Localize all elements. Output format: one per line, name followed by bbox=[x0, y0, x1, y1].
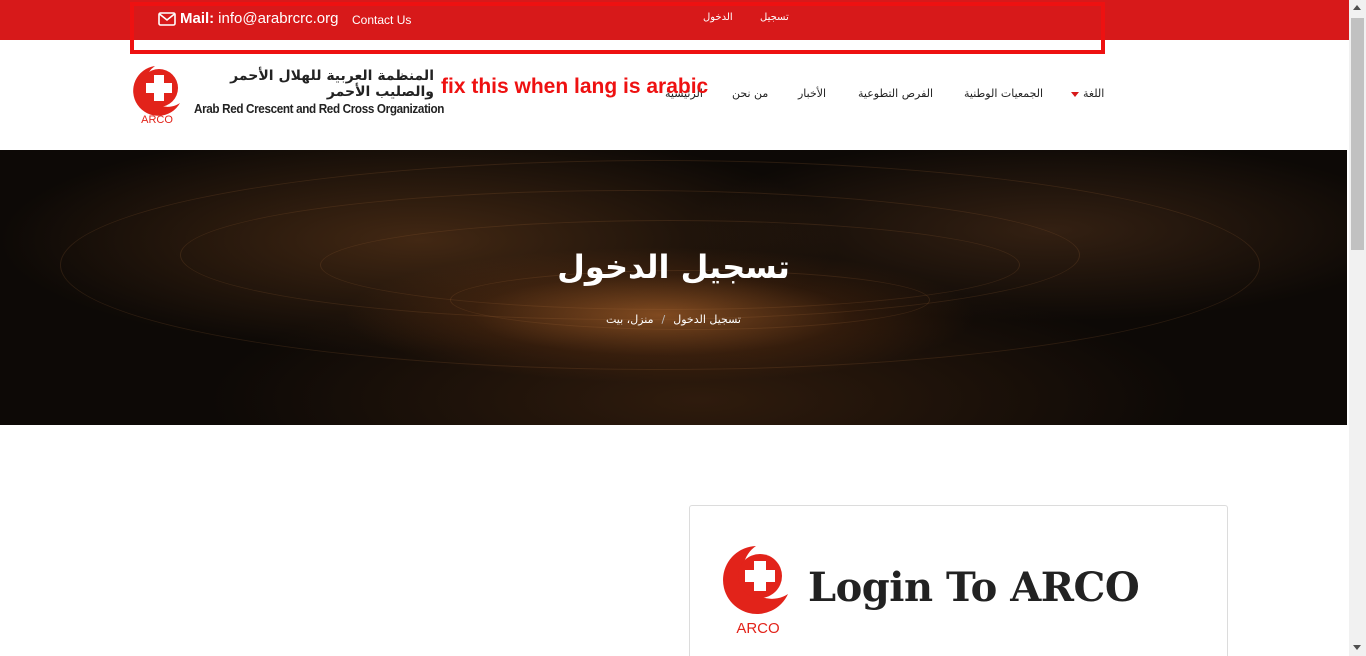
nav-volunteer-opportunities[interactable]: الفرص التطوعية bbox=[858, 87, 933, 100]
logo-caption: ARCO bbox=[141, 114, 173, 126]
login-card: ARCO Login To ARCO bbox=[689, 505, 1228, 656]
page-title: تسجيل الدخول bbox=[557, 248, 790, 286]
org-name-arabic: المنظمة العربية للهلال الأحمر والصليب ال… bbox=[230, 68, 434, 100]
top-bar: Mail: info@arabrcrc.org Contact Us الدخو… bbox=[0, 0, 1349, 40]
arco-logo[interactable]: ARCO bbox=[127, 64, 187, 126]
breadcrumb-current: تسجيل الدخول bbox=[673, 313, 741, 326]
envelope-icon bbox=[158, 11, 176, 26]
breadcrumb-home-link[interactable]: منزل، بيت bbox=[606, 313, 654, 326]
nav-national-societies[interactable]: الجمعيات الوطنية bbox=[964, 87, 1043, 100]
top-register-link[interactable]: تسجيل bbox=[760, 12, 789, 23]
page-scrollbar[interactable] bbox=[1349, 0, 1366, 656]
annotation-note: fix this when lang is arabic bbox=[441, 75, 709, 98]
mail-info: Mail: info@arabrcrc.org bbox=[158, 10, 338, 27]
arco-logo: ARCO bbox=[723, 546, 788, 636]
page: Mail: info@arabrcrc.org Contact Us الدخو… bbox=[0, 0, 1366, 656]
contact-us-link[interactable]: Contact Us bbox=[352, 13, 411, 27]
breadcrumb-separator: / bbox=[661, 313, 666, 326]
nav-about-us[interactable]: من نحن bbox=[732, 87, 768, 100]
top-login-link[interactable]: الدخول bbox=[703, 12, 733, 23]
nav-language-label: اللغة bbox=[1083, 87, 1105, 100]
mail-address-link[interactable]: info@arabrcrc.org bbox=[218, 10, 338, 27]
breadcrumb: تسجيل الدخول / منزل، بيت bbox=[0, 313, 1347, 326]
caret-down-icon bbox=[1071, 91, 1079, 97]
scroll-down-arrow-icon[interactable] bbox=[1353, 645, 1361, 650]
scrollbar-thumb[interactable] bbox=[1351, 18, 1364, 250]
page-hero-banner: تسجيل الدخول تسجيل الدخول / منزل، بيت bbox=[0, 150, 1347, 425]
login-card-title: Login To ARCO bbox=[808, 564, 1140, 611]
nav-news[interactable]: الأخبار bbox=[798, 87, 826, 100]
card-logo-caption: ARCO bbox=[736, 620, 779, 636]
mail-label: Mail: bbox=[180, 10, 215, 27]
nav-language-dropdown[interactable]: اللغة bbox=[1071, 87, 1104, 100]
scroll-up-arrow-icon[interactable] bbox=[1353, 5, 1361, 10]
org-name-english: Arab Red Crescent and Red Cross Organiza… bbox=[194, 101, 445, 116]
